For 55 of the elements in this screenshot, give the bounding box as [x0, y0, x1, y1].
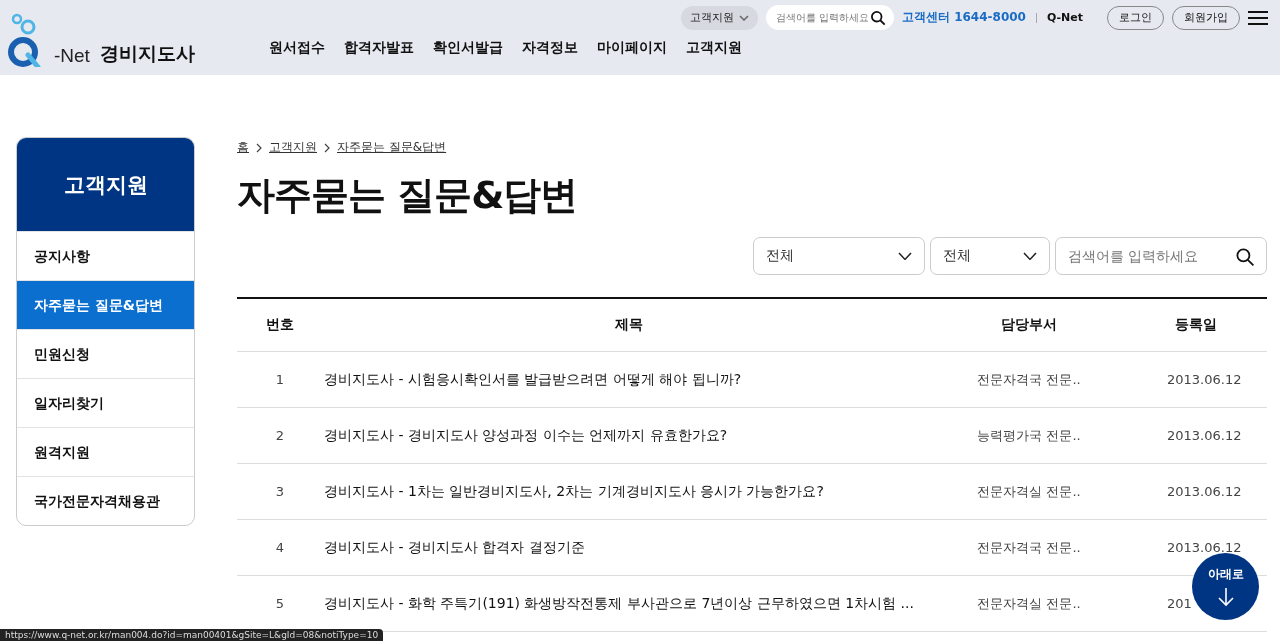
table-cell: 전문자격국 전문.. [933, 519, 1125, 576]
table-cell: 2 [237, 407, 323, 464]
table-cell: 능력평가국 전문.. [933, 407, 1125, 464]
nav-link[interactable]: 고객지원 [686, 39, 742, 57]
select-field[interactable]: 전체 [753, 237, 925, 275]
column-header: 담당부서 [933, 298, 1125, 352]
sidebar-title: 고객지원 [17, 138, 194, 231]
column-header: 등록일 [1125, 298, 1267, 352]
chevron-right-icon [324, 142, 330, 153]
search-icon [1235, 247, 1255, 267]
table-cell: 4 [237, 519, 323, 576]
table-cell: 전문자격실 전문.. [933, 575, 1125, 632]
nav-link[interactable]: 확인서발급 [433, 39, 503, 57]
search-icon [870, 10, 886, 26]
question-link[interactable]: 경비지도사 - 1차는 일반경비지도사, 2차는 기계경비지도사 응시가 가능한가요? [323, 463, 933, 520]
dropdown-button[interactable]: 고객지원 [681, 5, 758, 30]
sidebar-item[interactable]: 국가전문자격채용관 [17, 476, 194, 525]
page-title: 자주묻는 질문&답변 [237, 172, 579, 219]
breadcrumb-link[interactable]: 홈 [237, 139, 249, 156]
chevron-down-icon [1023, 251, 1037, 261]
chevron-down-icon [739, 14, 749, 21]
chevron-right-icon [256, 142, 262, 153]
site-link[interactable]: Q-Net [1046, 11, 1083, 24]
site-name: 경비지도사 [99, 41, 195, 66]
question-link[interactable]: 경비지도사 - 시험응시확인서를 발급받으려면 어떻게 해야 됩니까? [323, 351, 933, 408]
menu-icon [1248, 9, 1268, 26]
table-cell: 1 [237, 351, 323, 408]
table-cell: 2013.06.12 [1125, 351, 1267, 408]
nav-link[interactable]: 마이페이지 [597, 39, 667, 57]
nav-link[interactable]: 원서접수 [269, 39, 325, 57]
question-link[interactable]: 경비지도사 - 경비지도사 합격자 결정기준 [323, 519, 933, 576]
chevron-down-icon [898, 251, 912, 261]
column-header: 번호 [237, 298, 323, 352]
table-cell: 전문자격실 전문.. [933, 463, 1125, 520]
sidebar-item[interactable]: 민원신청 [17, 329, 194, 378]
nav-link[interactable]: 자격정보 [522, 39, 578, 57]
logo-text: -Net [54, 45, 90, 67]
status-url: https://www.q-net.or.kr/man004.do?id=man00401&gSite=L&gId=08&notiType=10 [0, 629, 384, 641]
table-cell: 전문자격국 전문.. [933, 351, 1125, 408]
table-cell: 2013.06.12 [1125, 463, 1267, 520]
search-field[interactable]: 검색어를 입력하세요 [766, 5, 894, 30]
breadcrumb-link[interactable]: 고객지원 [269, 139, 317, 156]
sidebar-item[interactable]: 자주묻는 질문&답변 [17, 280, 194, 329]
phone-number: 고객센터 1644-8000 [902, 9, 1026, 26]
sidebar-item[interactable]: 원격지원 [17, 427, 194, 476]
nav-link[interactable]: 합격자발표 [344, 39, 414, 57]
arrow-down-icon [1216, 587, 1235, 607]
column-header: 제목 [323, 298, 933, 352]
select-field[interactable]: 전체 [930, 237, 1050, 275]
search-field[interactable]: 검색어를 입력하세요 [1055, 237, 1267, 275]
sidebar-item[interactable]: 일자리찾기 [17, 378, 194, 427]
breadcrumb-link[interactable]: 자주묻는 질문&답변 [337, 139, 447, 156]
question-link[interactable]: 경비지도사 - 경비지도사 양성과정 이수는 언제까지 유효한가요? [323, 407, 933, 464]
table-cell: 2013.06.12 [1125, 407, 1267, 464]
table-cell: 3 [237, 463, 323, 520]
